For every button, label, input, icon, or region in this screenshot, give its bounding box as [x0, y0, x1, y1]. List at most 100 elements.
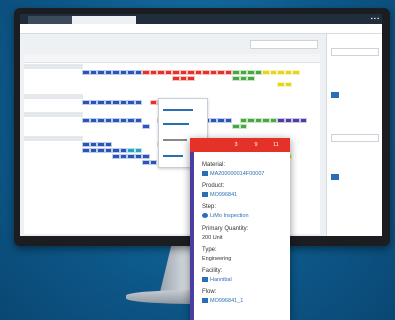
schedule-cell[interactable]	[232, 124, 240, 129]
schedule-cell[interactable]	[187, 70, 195, 75]
panel-button-icon[interactable]	[331, 92, 339, 98]
schedule-cell[interactable]	[104, 100, 112, 105]
schedule-cell[interactable]	[119, 118, 127, 123]
group-row-label[interactable]	[24, 136, 83, 141]
schedule-cell[interactable]	[127, 148, 135, 153]
schedule-cell[interactable]	[89, 118, 97, 123]
schedule-cell[interactable]	[164, 70, 172, 75]
schedule-cell[interactable]	[127, 118, 135, 123]
panel-input[interactable]	[331, 134, 379, 142]
schedule-cell[interactable]	[179, 76, 187, 81]
schedule-cell[interactable]	[97, 118, 105, 123]
schedule-cell[interactable]	[142, 124, 150, 129]
schedule-cell[interactable]	[149, 100, 157, 105]
schedule-cell[interactable]	[239, 76, 247, 81]
schedule-cell[interactable]	[97, 100, 105, 105]
schedule-cell[interactable]	[269, 70, 277, 75]
schedule-cell[interactable]	[269, 118, 277, 123]
schedule-cell[interactable]	[104, 70, 112, 75]
schedule-cell[interactable]	[119, 70, 127, 75]
facility-value[interactable]: Hannibal	[202, 277, 232, 283]
schedule-cell[interactable]	[97, 70, 105, 75]
schedule-cell[interactable]	[277, 118, 285, 123]
resource-row-label[interactable]	[24, 70, 83, 75]
schedule-cell[interactable]	[209, 70, 217, 75]
schedule-cell[interactable]	[232, 70, 240, 75]
schedule-cell[interactable]	[89, 100, 97, 105]
schedule-cell[interactable]	[134, 118, 142, 123]
schedule-cell[interactable]	[119, 100, 127, 105]
schedule-cell[interactable]	[247, 118, 255, 123]
schedule-cell[interactable]	[254, 70, 262, 75]
schedule-cell[interactable]	[172, 76, 180, 81]
schedule-cell[interactable]	[239, 70, 247, 75]
resource-row-label[interactable]	[24, 148, 83, 153]
filter-controls[interactable]	[250, 40, 318, 49]
schedule-cell[interactable]	[224, 118, 232, 123]
schedule-cell[interactable]	[284, 70, 292, 75]
schedule-cell[interactable]	[127, 70, 135, 75]
schedule-cell[interactable]	[217, 70, 225, 75]
resource-row-label[interactable]	[24, 76, 83, 81]
schedule-cell[interactable]	[292, 118, 300, 123]
schedule-cell[interactable]	[134, 100, 142, 105]
panel-dropdown[interactable]	[331, 48, 379, 56]
schedule-cell[interactable]	[82, 148, 90, 153]
schedule-cell[interactable]	[254, 118, 262, 123]
schedule-cell[interactable]	[104, 148, 112, 153]
resource-row-label[interactable]	[24, 166, 83, 171]
schedule-cell[interactable]	[112, 118, 120, 123]
flow-value[interactable]: MO996841_1	[202, 298, 243, 304]
schedule-cell[interactable]	[299, 118, 307, 123]
schedule-cell[interactable]	[142, 160, 150, 165]
schedule-cell[interactable]	[82, 142, 90, 147]
schedule-cell[interactable]	[262, 70, 270, 75]
schedule-cell[interactable]	[277, 70, 285, 75]
schedule-cell[interactable]	[217, 118, 225, 123]
schedule-cell[interactable]	[134, 70, 142, 75]
schedule-cell[interactable]	[239, 124, 247, 129]
resource-row-label[interactable]	[24, 154, 83, 159]
schedule-cell[interactable]	[142, 70, 150, 75]
step-value[interactable]: LiMo Inspection	[202, 213, 249, 219]
resource-row-label[interactable]	[24, 118, 83, 123]
schedule-cell[interactable]	[134, 148, 142, 153]
schedule-cell[interactable]	[89, 142, 97, 147]
schedule-cell[interactable]	[262, 118, 270, 123]
schedule-cell[interactable]	[187, 76, 195, 81]
schedule-cell[interactable]	[277, 82, 285, 87]
schedule-cell[interactable]	[89, 70, 97, 75]
material-value[interactable]: MA200000014F00007	[202, 171, 264, 177]
product-value[interactable]: MO996841	[202, 192, 237, 198]
schedule-cell[interactable]	[172, 70, 180, 75]
schedule-cell[interactable]	[157, 70, 165, 75]
resource-row-label[interactable]	[24, 142, 83, 147]
schedule-cell[interactable]	[89, 148, 97, 153]
schedule-cell[interactable]	[149, 160, 157, 165]
schedule-cell[interactable]	[104, 118, 112, 123]
schedule-cell[interactable]	[127, 100, 135, 105]
schedule-cell[interactable]	[112, 70, 120, 75]
schedule-cell[interactable]	[112, 100, 120, 105]
schedule-cell[interactable]	[284, 118, 292, 123]
resource-row-label[interactable]	[24, 88, 83, 93]
group-row-label[interactable]	[24, 94, 83, 99]
resource-row-label[interactable]	[24, 160, 83, 165]
schedule-cell[interactable]	[149, 70, 157, 75]
schedule-cell[interactable]	[97, 142, 105, 147]
schedule-cell[interactable]	[127, 154, 135, 159]
group-row-label[interactable]	[24, 112, 83, 117]
schedule-cell[interactable]	[284, 82, 292, 87]
schedule-cell[interactable]	[232, 76, 240, 81]
schedule-cell[interactable]	[112, 154, 120, 159]
window-controls-icon[interactable]: ▪ ▪ ▪	[371, 16, 379, 22]
resource-row-label[interactable]	[24, 130, 83, 135]
resource-row-label[interactable]	[24, 82, 83, 87]
panel-button-icon-2[interactable]	[331, 174, 339, 180]
schedule-cell[interactable]	[202, 70, 210, 75]
schedule-cell[interactable]	[97, 148, 105, 153]
schedule-cell[interactable]	[119, 154, 127, 159]
schedule-cell[interactable]	[82, 70, 90, 75]
schedule-cell[interactable]	[247, 70, 255, 75]
browser-tab-active[interactable]	[72, 16, 136, 24]
